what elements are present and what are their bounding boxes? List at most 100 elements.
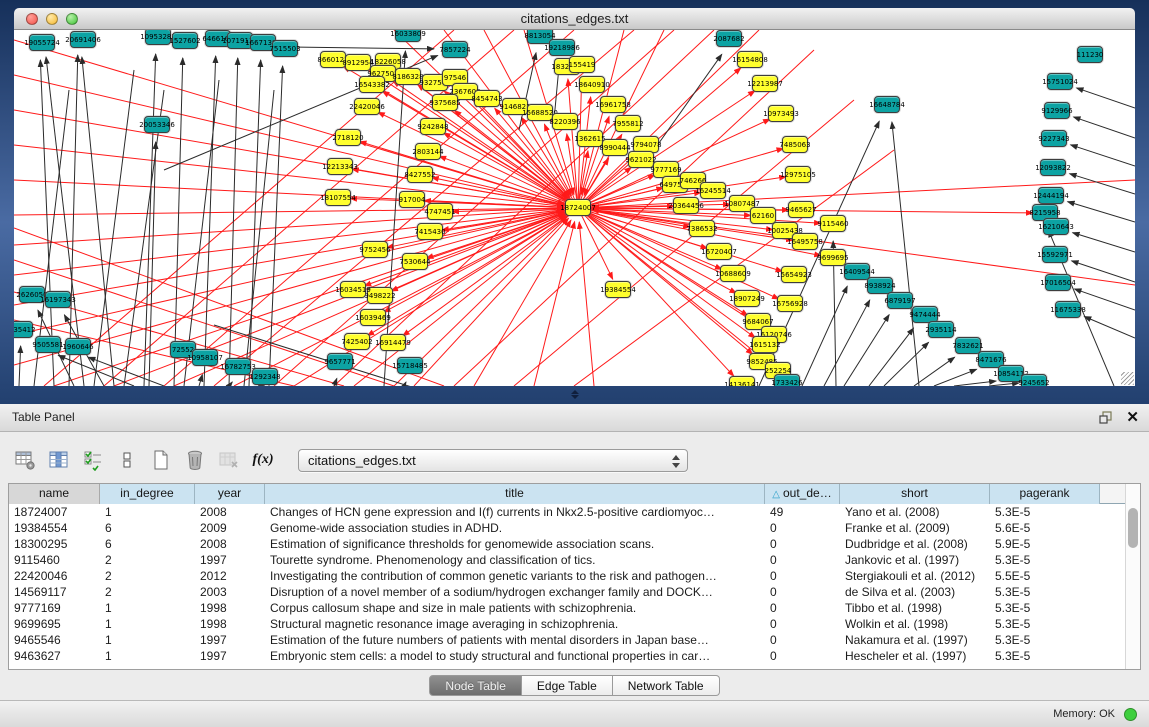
graph-node[interactable]: 9115460 [820, 215, 846, 232]
function-builder-button[interactable]: f(x) [250, 447, 276, 473]
delete-column-button[interactable] [182, 447, 208, 473]
graph-node[interactable]: 7832621 [955, 337, 981, 354]
graph-node[interactable]: 16720407 [706, 243, 732, 260]
graph-node[interactable]: 2803144 [415, 143, 441, 160]
graph-node[interactable]: 9505581 [35, 336, 61, 353]
table-mode-button[interactable] [12, 447, 38, 473]
graph-node[interactable]: 12093822 [1040, 159, 1066, 176]
graph-node[interactable]: 9752456 [362, 241, 388, 258]
table-row[interactable]: 2242004622012Investigating the contribut… [9, 568, 1140, 584]
graph-node[interactable]: 18107554 [325, 189, 351, 206]
graph-node[interactable]: 10973493 [768, 105, 794, 122]
graph-node[interactable]: 1292348 [252, 368, 278, 385]
graph-node[interactable]: 16495758 [792, 233, 818, 250]
network-window-titlebar[interactable]: citations_edges.txt [14, 8, 1135, 30]
column-header-pagerank[interactable]: pagerank [990, 484, 1100, 504]
graph-node[interactable]: 12444194 [1038, 187, 1064, 204]
column-header-in_degree[interactable]: in_degree [100, 484, 195, 504]
graph-node[interactable]: 1527602 [172, 32, 198, 49]
graph-node[interactable]: 8186328 [395, 68, 421, 85]
graph-node[interactable]: 19218986 [549, 39, 575, 56]
graph-node[interactable]: 16034519 [340, 281, 366, 298]
network-canvas[interactable]: 1872400786601238912954182260589627503165… [14, 30, 1135, 386]
float-panel-icon[interactable] [1099, 411, 1114, 424]
graph-node[interactable]: 8990444 [602, 139, 628, 156]
graph-node[interactable]: 10958107 [192, 349, 218, 366]
graph-node[interactable]: 1733426 [774, 374, 800, 386]
graph-node[interactable]: 16039469 [360, 309, 386, 326]
table-row[interactable]: 977716911998Corpus callosum shape and si… [9, 600, 1140, 616]
graph-node[interactable]: 9129966 [1044, 102, 1070, 119]
graph-node[interactable]: 16782753 [225, 358, 251, 375]
table-row[interactable]: 1830029562008Estimation of significance … [9, 536, 1140, 552]
graph-node[interactable]: 9227343 [1041, 130, 1067, 147]
graph-node[interactable]: 12213343 [327, 158, 353, 175]
graph-node[interactable]: 16033809 [395, 30, 421, 42]
graph-node[interactable]: 20053346 [144, 116, 170, 133]
graph-node[interactable]: 155419 [569, 56, 595, 73]
graph-node[interactable]: 7955812 [615, 115, 641, 132]
graph-node[interactable]: 7857224 [442, 41, 468, 58]
graph-node[interactable]: 9375685 [432, 94, 458, 111]
graph-node[interactable]: 7425402 [344, 333, 370, 350]
graph-node[interactable]: 8912954 [345, 54, 371, 71]
tab-edge-table[interactable]: Edge Table [522, 675, 613, 696]
zoom-window-button[interactable] [66, 13, 78, 25]
graph-node[interactable]: 10688609 [720, 265, 746, 282]
graph-node[interactable]: 9657771 [327, 353, 353, 370]
graph-node[interactable]: 15654923 [781, 266, 807, 283]
graph-node[interactable]: 18640910 [579, 76, 605, 93]
delete-table-button[interactable] [216, 447, 242, 473]
graph-node[interactable]: 14136141 [729, 376, 755, 386]
column-header-year[interactable]: year [195, 484, 265, 504]
graph-node[interactable]: 62160 [750, 207, 776, 224]
graph-node[interactable]: 20691406 [70, 31, 96, 48]
graph-node[interactable]: 9498222 [367, 287, 393, 304]
graph-node[interactable]: 16756928 [777, 295, 803, 312]
panel-splitter-grip[interactable] [569, 390, 581, 399]
graph-node[interactable]: 15592971 [1042, 246, 1068, 263]
scrollbar-thumb[interactable] [1128, 508, 1138, 548]
graph-node[interactable]: 16914479 [380, 334, 406, 351]
graph-node[interactable]: 19384554 [605, 281, 631, 298]
graph-node[interactable]: 16543382 [359, 76, 385, 93]
table-select-dropdown[interactable]: citations_edges.txt [298, 449, 688, 472]
table-row[interactable]: 1938455462009Genome-wide association stu… [9, 520, 1140, 536]
graph-node[interactable]: 16197343 [45, 291, 71, 308]
graph-node[interactable]: 16409544 [844, 263, 870, 280]
show-columns-button[interactable] [46, 447, 72, 473]
graph-node[interactable]: 8427552 [407, 166, 433, 183]
graph-node[interactable]: 1615132 [752, 336, 778, 353]
graph-node[interactable]: 4747451 [427, 203, 453, 220]
table-row[interactable]: 946362711997Embryonic stem cells: a mode… [9, 648, 1140, 664]
table-row[interactable]: 969969511998Structural magnetic resonanc… [9, 616, 1140, 632]
row-options-button[interactable] [114, 447, 140, 473]
graph-node[interactable]: 7415430 [417, 223, 443, 240]
tab-network-table[interactable]: Network Table [613, 675, 720, 696]
graph-node[interactable]: 22420046 [354, 98, 380, 115]
graph-node[interactable]: 16245514 [700, 182, 726, 199]
graph-node[interactable]: 16154808 [737, 51, 763, 68]
create-column-button[interactable] [148, 447, 174, 473]
graph-node[interactable]: 7485063 [782, 136, 808, 153]
memory-status-indicator[interactable] [1124, 708, 1137, 721]
graph-node[interactable]: 6879197 [887, 292, 913, 309]
table-row[interactable]: 1456911722003Disruption of a novel membe… [9, 584, 1140, 600]
minimize-window-button[interactable] [46, 13, 58, 25]
graph-node[interactable]: 1960646 [65, 338, 91, 355]
graph-node[interactable]: 9465627 [788, 201, 814, 218]
tab-node-table[interactable]: Node Table [429, 675, 522, 696]
table-scrollbar[interactable] [1125, 484, 1140, 669]
canvas-resize-grip-icon[interactable] [1121, 372, 1134, 385]
graph-node[interactable]: 7386532 [689, 220, 715, 237]
graph-node[interactable]: 18907249 [734, 290, 760, 307]
graph-node[interactable]: 917004 [399, 191, 425, 208]
table-row[interactable]: 911546021997Tourette syndrome. Phenomeno… [9, 552, 1140, 568]
graph-node[interactable]: 16210643 [1043, 218, 1069, 235]
graph-node[interactable]: 9245652 [1021, 374, 1047, 386]
graph-node[interactable]: 111230 [1077, 46, 1103, 63]
graph-node[interactable]: 8220396 [552, 113, 578, 130]
column-header-title[interactable]: title [265, 484, 765, 504]
graph-node[interactable]: 15718485 [397, 357, 423, 374]
graph-node[interactable]: 7515503 [272, 40, 298, 57]
